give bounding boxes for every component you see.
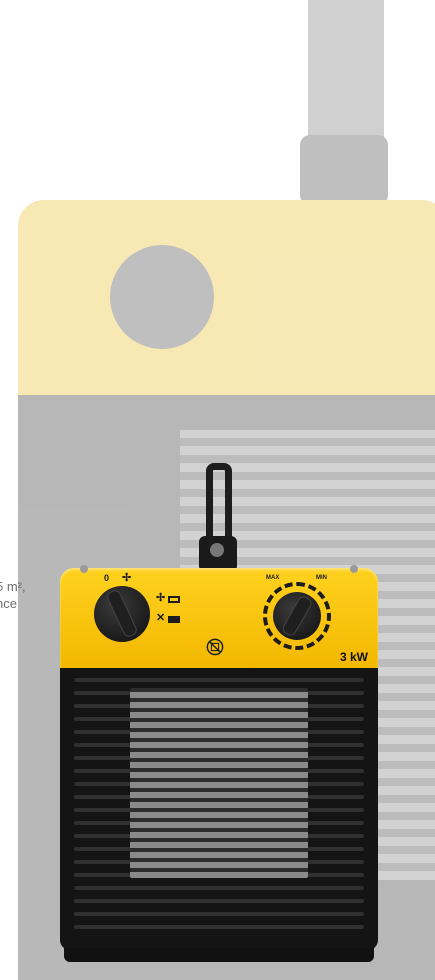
grille-slot	[74, 912, 364, 916]
grille-slot	[74, 678, 364, 682]
mode-off-mark: 0	[104, 573, 110, 583]
screw	[80, 565, 88, 573]
heat-symbol-icon: ✕	[156, 612, 166, 624]
screw	[350, 565, 358, 573]
mode-selector-knob[interactable]	[94, 586, 150, 642]
thermostat-max-mark: MAX	[266, 575, 280, 581]
grille-slot	[74, 886, 364, 890]
do-not-cover-icon	[206, 638, 224, 656]
fan-symbol-icon: ✢	[122, 572, 132, 584]
knob-grip	[106, 590, 138, 638]
thermostat-min-mark: MIN	[316, 575, 327, 581]
grille-slot	[74, 899, 364, 903]
ghost-handle	[308, 0, 384, 150]
control-panel: 0 ✢ ✢ ✕ MAX MIN 3 kW	[60, 565, 378, 670]
mount-bolt	[210, 543, 224, 557]
cut-off-caption: 5 m², nce	[0, 578, 26, 612]
caption-line-2: nce	[0, 596, 17, 611]
thermostat-knob[interactable]	[273, 592, 321, 640]
ghost-top-panel	[18, 200, 435, 395]
grille-slot	[74, 925, 364, 929]
power-rating-label: 3 kW	[339, 650, 368, 664]
caption-line-1: 5 m²,	[0, 579, 26, 594]
high-heat-icon	[168, 616, 180, 623]
ghost-neck	[300, 135, 388, 205]
low-heat-icon	[168, 596, 180, 603]
heating-element	[130, 688, 308, 878]
heater-base	[64, 948, 374, 962]
fan-mode-icon: ✢	[156, 592, 166, 604]
knob-grip	[281, 595, 313, 637]
ghost-knob	[110, 245, 214, 349]
heater-grille	[60, 668, 378, 950]
